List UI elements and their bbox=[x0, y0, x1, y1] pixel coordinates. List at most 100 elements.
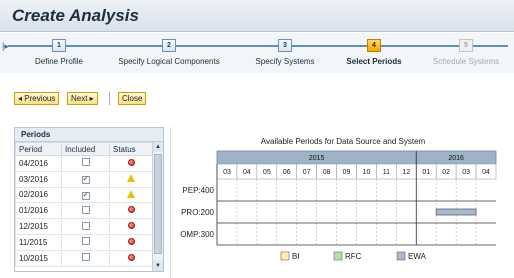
periods-chart-svg: Available Periods for Data Source and Sy… bbox=[180, 137, 497, 261]
scroll-up-icon[interactable]: ▲ bbox=[153, 142, 163, 152]
included-cell bbox=[61, 202, 110, 220]
included-checkbox[interactable] bbox=[81, 237, 90, 246]
roadmap-start-icon: |▸ bbox=[2, 41, 9, 51]
year-label: 2015 bbox=[309, 155, 325, 162]
status-red-icon bbox=[127, 237, 135, 245]
scroll-down-icon[interactable]: ▼ bbox=[153, 261, 163, 271]
periods-table-panel: Periods Period Included Status 04/2016 03… bbox=[14, 127, 164, 272]
included-cell: ✓ bbox=[61, 186, 110, 204]
table-row[interactable]: 12/2015 bbox=[15, 218, 153, 235]
month-label: 08 bbox=[323, 169, 331, 176]
legend-swatch bbox=[280, 251, 290, 261]
status-red-icon bbox=[127, 158, 135, 166]
window-titlebar: Create Analysis bbox=[0, 0, 514, 32]
month-label: 11 bbox=[383, 169, 390, 176]
included-checkbox[interactable] bbox=[81, 205, 90, 214]
status-yellow-icon bbox=[127, 189, 135, 198]
previous-button[interactable]: ◂ Previous bbox=[14, 92, 60, 105]
legend-label: BI bbox=[292, 252, 300, 261]
period-cell: 02/2016 bbox=[15, 186, 62, 204]
table-row[interactable]: 02/2016 ✓ bbox=[15, 186, 153, 204]
status-cell bbox=[109, 249, 153, 267]
column-header-status[interactable]: Status bbox=[109, 142, 153, 156]
step-label: Select Periods bbox=[346, 57, 402, 66]
status-cell bbox=[109, 186, 153, 204]
included-cell bbox=[61, 218, 110, 235]
included-checkbox[interactable]: ✓ bbox=[81, 176, 90, 185]
status-cell bbox=[109, 170, 153, 188]
included-checkbox[interactable] bbox=[81, 221, 90, 230]
period-cell: 12/2015 bbox=[15, 218, 62, 235]
toolbar: ◂ Previous Next ▸ Close bbox=[0, 83, 514, 109]
month-label: 01 bbox=[422, 169, 430, 176]
month-label: 10 bbox=[363, 169, 371, 176]
included-cell bbox=[61, 249, 110, 267]
legend-swatch bbox=[396, 251, 406, 261]
legend-swatch bbox=[333, 251, 343, 261]
step-label: Schedule Systems bbox=[432, 57, 500, 66]
table-row[interactable]: 04/2016 bbox=[15, 155, 153, 172]
month-label: 04 bbox=[482, 169, 490, 176]
close-button[interactable]: Close bbox=[118, 92, 147, 105]
period-cell: 03/2016 bbox=[15, 170, 62, 188]
period-cell: 04/2016 bbox=[15, 155, 62, 172]
month-label: 04 bbox=[243, 169, 251, 176]
table-row[interactable]: 03/2016 ✓ bbox=[15, 170, 153, 188]
system-label: PRO:200 bbox=[181, 208, 214, 217]
periods-chart: Available Periods for Data Source and Sy… bbox=[170, 127, 514, 278]
column-header-included[interactable]: Included bbox=[61, 142, 110, 156]
step-label: Specify Logical Components bbox=[118, 57, 220, 66]
table-row[interactable]: 10/2015 bbox=[15, 249, 153, 267]
status-cell bbox=[109, 218, 153, 235]
month-label: 06 bbox=[283, 169, 291, 176]
period-cell: 11/2015 bbox=[15, 233, 62, 251]
roadmap: |▸ 1 Define Profile 2 Specify Logical Co… bbox=[0, 33, 514, 73]
month-label: 12 bbox=[402, 169, 410, 176]
scroll-thumb[interactable] bbox=[154, 154, 162, 254]
roadmap-line bbox=[8, 45, 508, 47]
status-cell bbox=[109, 202, 153, 220]
table-row[interactable]: 01/2016 bbox=[15, 202, 153, 220]
month-label: 07 bbox=[303, 169, 311, 176]
status-red-icon bbox=[127, 253, 135, 261]
step-label: Define Profile bbox=[34, 57, 84, 66]
step-number: 1 bbox=[52, 39, 66, 52]
period-bar bbox=[435, 208, 477, 216]
step-number: 4 bbox=[367, 39, 381, 52]
status-red-icon bbox=[127, 222, 135, 230]
table-scrollbar[interactable]: ▲ ▼ bbox=[152, 142, 163, 271]
month-label: 03 bbox=[462, 169, 470, 176]
included-checkbox[interactable]: ✓ bbox=[81, 191, 90, 200]
legend-label: RFC bbox=[345, 252, 362, 261]
month-label: 05 bbox=[263, 169, 271, 176]
month-label: 09 bbox=[343, 169, 351, 176]
step-label: Specify Systems bbox=[255, 57, 315, 66]
status-red-icon bbox=[127, 206, 135, 214]
chart-title: Available Periods for Data Source and Sy… bbox=[261, 137, 426, 146]
included-checkbox[interactable] bbox=[81, 253, 90, 262]
step-number: 5 bbox=[459, 39, 473, 52]
month-label: 02 bbox=[442, 169, 450, 176]
status-cell bbox=[109, 155, 153, 172]
status-yellow-icon bbox=[127, 174, 135, 183]
step-number: 2 bbox=[162, 39, 176, 52]
legend-label: EWA bbox=[408, 252, 427, 261]
system-label: PEP:400 bbox=[182, 186, 214, 195]
included-checkbox[interactable] bbox=[81, 158, 90, 167]
included-cell: ✓ bbox=[61, 170, 110, 188]
step-number: 3 bbox=[278, 39, 292, 52]
column-header-period[interactable]: Period bbox=[15, 142, 62, 156]
table-row[interactable]: 11/2015 bbox=[15, 233, 153, 251]
status-cell bbox=[109, 233, 153, 251]
year-label: 2016 bbox=[448, 155, 464, 162]
periods-table-caption: Periods bbox=[15, 128, 163, 142]
next-button[interactable]: Next ▸ bbox=[67, 92, 98, 105]
system-label: OMP:300 bbox=[180, 230, 214, 239]
included-cell bbox=[61, 233, 110, 251]
periods-table: Period Included Status 04/2016 03/2016 ✓ 02… bbox=[15, 142, 153, 267]
page-title: Create Analysis bbox=[12, 6, 139, 25]
period-cell: 01/2016 bbox=[15, 202, 62, 220]
period-cell: 10/2015 bbox=[15, 249, 62, 267]
month-label: 03 bbox=[223, 169, 231, 176]
toolbar-separator bbox=[109, 92, 110, 105]
